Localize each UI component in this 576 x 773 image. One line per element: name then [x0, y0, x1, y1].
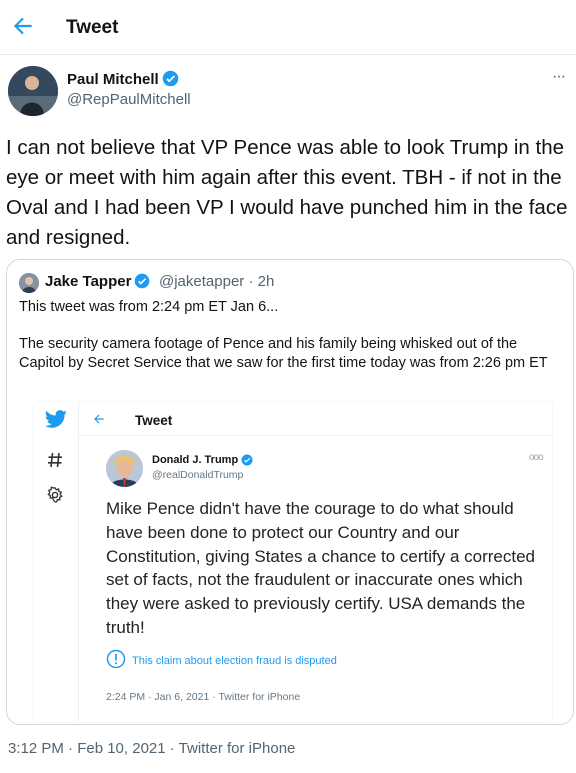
embedded-screenshot: Tweet Donald J. Trump @realDonaldTrump o…: [34, 402, 552, 722]
quoted-text-line2: The security camera footage of Pence and…: [19, 336, 548, 371]
verified-badge-icon: [241, 454, 253, 469]
disputed-notice: This claim about election fraud is dispu…: [106, 649, 337, 672]
verified-badge-icon: [134, 273, 150, 293]
back-arrow-icon: [92, 412, 106, 431]
embedded-author-name-text: Donald J. Trump: [152, 454, 239, 466]
quoted-author-meta: @jaketapper · 2h: [159, 273, 275, 290]
disputed-notice-text: This claim about election fraud is dispu…: [132, 655, 337, 667]
embedded-tweet-text: Mike Pence didn't have the courage to do…: [106, 499, 536, 637]
quoted-tweet[interactable]: Jake Tapper @jaketapper · 2h This tweet …: [6, 259, 574, 725]
hashtag-icon: [46, 451, 64, 474]
embedded-avatar: [106, 450, 143, 487]
embedded-sidebar: [34, 402, 79, 722]
twitter-bird-icon: [44, 410, 68, 435]
embedded-author-name: Donald J. Trump: [152, 454, 253, 469]
top-bar: Tweet: [0, 0, 576, 55]
quoted-text-line1: This tweet was from 2:24 pm ET Jan 6...: [19, 299, 279, 315]
page-title: Tweet: [66, 17, 119, 38]
tweet-text: I can not believe that VP Pence was able…: [6, 136, 568, 249]
author-name-text: Paul Mitchell: [67, 71, 159, 88]
embedded-author-handle: @realDonaldTrump: [152, 469, 244, 481]
tweet-timestamp[interactable]: 3:12 PM · Feb 10, 2021 · Twitter for iPh…: [8, 740, 295, 757]
back-arrow-icon[interactable]: [10, 13, 36, 39]
info-circle-icon: [106, 649, 126, 672]
embedded-timestamp: 2:24 PM · Jan 6, 2021 · Twitter for iPho…: [106, 691, 301, 703]
gear-icon: [46, 486, 64, 509]
quoted-avatar: [19, 273, 39, 293]
embedded-header: Tweet: [78, 402, 552, 436]
more-options-icon: ooo: [529, 452, 544, 463]
author-handle[interactable]: @RepPaulMitchell: [67, 91, 191, 108]
more-options-icon[interactable]: ···: [552, 68, 566, 86]
quoted-author-name-text: Jake Tapper: [45, 273, 132, 290]
quoted-author-name: Jake Tapper: [45, 273, 150, 293]
author-name[interactable]: Paul Mitchell: [67, 70, 179, 91]
avatar[interactable]: [8, 66, 58, 116]
verified-badge-icon: [162, 70, 179, 91]
embedded-title: Tweet: [135, 413, 173, 428]
